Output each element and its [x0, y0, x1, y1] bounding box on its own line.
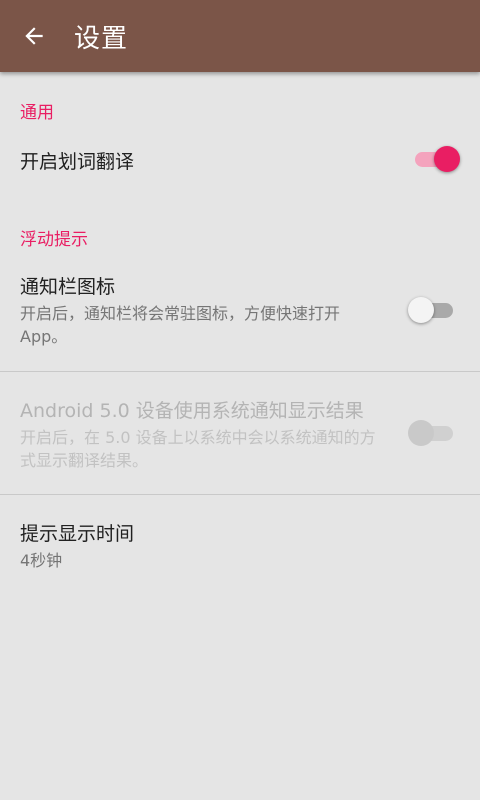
notification-icon-switch[interactable] — [408, 295, 456, 325]
switch-thumb — [408, 297, 434, 323]
switch-thumb — [408, 420, 434, 446]
pref-summary: 4秒钟 — [20, 551, 63, 570]
pref-summary: 开启后，通知栏将会常驻图标，方便快速打开App。 — [20, 304, 341, 346]
pref-toggle-translate[interactable]: 开启划词翻译 — [0, 130, 480, 192]
arrow-left-icon — [25, 27, 43, 45]
back-button[interactable] — [0, 0, 70, 72]
pref-android5-notification: Android 5.0 设备使用系统通知显示结果 开启后，在 5.0 设备上以系… — [0, 372, 480, 494]
pref-title: 通知栏图标 — [20, 276, 116, 298]
page-title: 设置 — [74, 23, 129, 54]
pref-summary: 开启后，在 5.0 设备上以系统中会以系统通知的方式显示翻译结果。 — [20, 428, 376, 470]
pref-title: Android 5.0 设备使用系统通知显示结果 — [20, 400, 364, 422]
translate-switch[interactable] — [412, 144, 460, 174]
pref-display-duration[interactable]: 提示显示时间 4秒钟 — [0, 495, 480, 585]
android5-switch — [408, 418, 456, 448]
section-header-general: 通用 — [20, 103, 54, 123]
pref-notification-icon[interactable]: 通知栏图标 开启后，通知栏将会常驻图标，方便快速打开App。 — [0, 258, 480, 370]
app-bar: 设置 — [0, 0, 480, 72]
section-header-float: 浮动提示 — [20, 230, 88, 250]
pref-title: 提示显示时间 — [20, 523, 135, 545]
pref-title: 开启划词翻译 — [20, 151, 135, 173]
switch-thumb — [434, 146, 460, 172]
